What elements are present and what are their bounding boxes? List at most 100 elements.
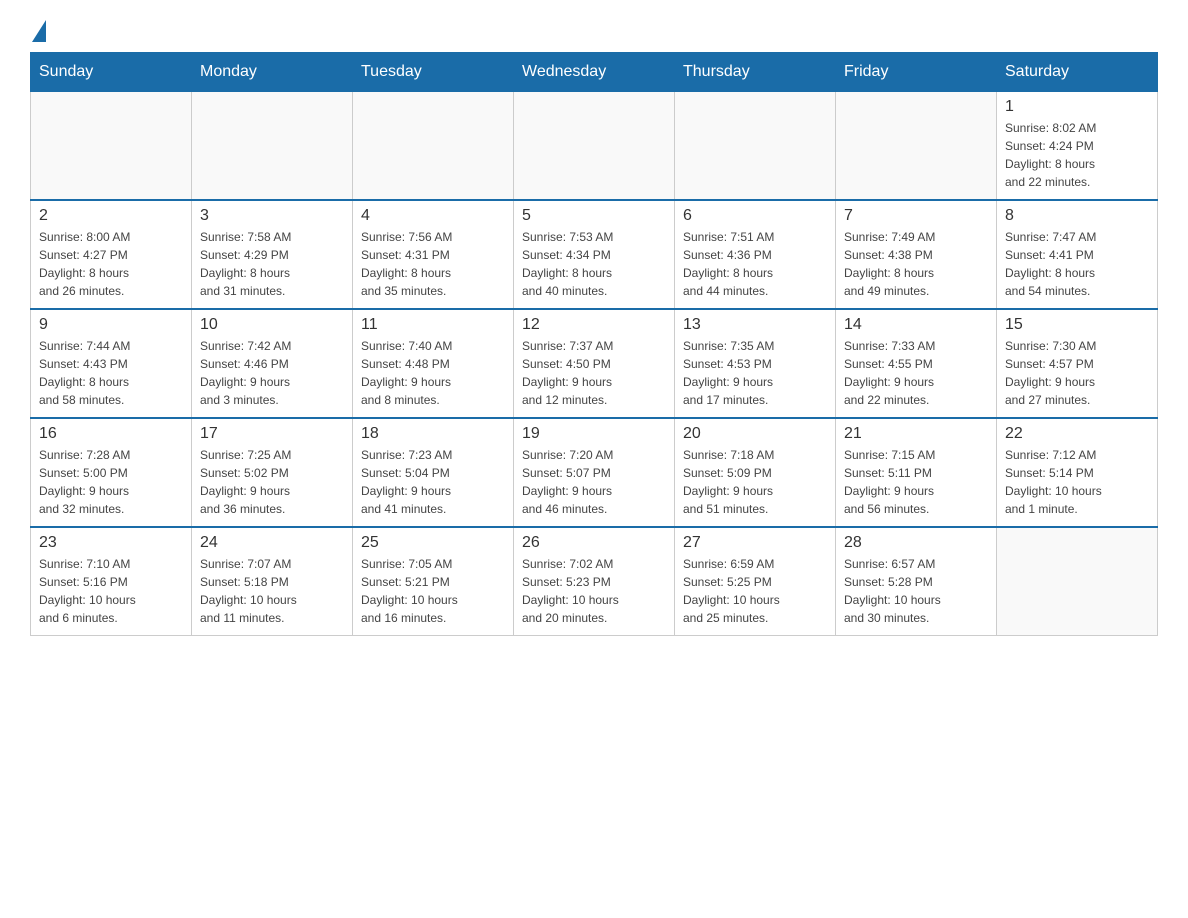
day-number: 27 <box>683 534 827 552</box>
day-number: 6 <box>683 207 827 225</box>
calendar-cell: 2 Sunrise: 8:00 AM Sunset: 4:27 PM Daylig… <box>31 200 192 309</box>
day-info: Sunrise: 7:02 AM Sunset: 5:23 PM Dayligh… <box>522 555 666 627</box>
page-header <box>30 20 1158 36</box>
calendar-cell: 5 Sunrise: 7:53 AM Sunset: 4:34 PM Daylig… <box>514 200 675 309</box>
calendar-week-row: 1 Sunrise: 8:02 AM Sunset: 4:24 PM Daylig… <box>31 92 1158 201</box>
calendar-day-header-wednesday: Wednesday <box>514 53 675 92</box>
calendar-header-row: SundayMondayTuesdayWednesdayThursdayFrid… <box>31 53 1158 92</box>
day-info: Sunrise: 7:18 AM Sunset: 5:09 PM Dayligh… <box>683 446 827 518</box>
calendar-week-row: 23 Sunrise: 7:10 AM Sunset: 5:16 PM Dayli… <box>31 527 1158 636</box>
calendar-cell: 22 Sunrise: 7:12 AM Sunset: 5:14 PM Dayli… <box>997 418 1158 527</box>
calendar-cell: 13Sunrise: 7:35 AM Sunset: 4:53 PM Dayli… <box>675 309 836 418</box>
day-info: Sunrise: 7:58 AM Sunset: 4:29 PM Dayligh… <box>200 228 344 300</box>
day-number: 14 <box>844 316 988 334</box>
calendar-cell: 16 Sunrise: 7:28 AM Sunset: 5:00 PM Dayli… <box>31 418 192 527</box>
day-number: 2 <box>39 207 183 225</box>
day-number: 5 <box>522 207 666 225</box>
calendar-cell: 21 Sunrise: 7:15 AM Sunset: 5:11 PM Dayli… <box>836 418 997 527</box>
calendar-day-header-saturday: Saturday <box>997 53 1158 92</box>
day-info: Sunrise: 7:12 AM Sunset: 5:14 PM Dayligh… <box>1005 446 1149 518</box>
day-number: 26 <box>522 534 666 552</box>
calendar-cell: 1 Sunrise: 8:02 AM Sunset: 4:24 PM Daylig… <box>997 92 1158 201</box>
calendar-cell: 25 Sunrise: 7:05 AM Sunset: 5:21 PM Dayli… <box>353 527 514 636</box>
calendar-cell: 27 Sunrise: 6:59 AM Sunset: 5:25 PM Dayli… <box>675 527 836 636</box>
day-info: Sunrise: 7:30 AM Sunset: 4:57 PM Dayligh… <box>1005 337 1149 409</box>
day-info: Sunrise: 7:37 AM Sunset: 4:50 PM Dayligh… <box>522 337 666 409</box>
day-info: Sunrise: 7:20 AM Sunset: 5:07 PM Dayligh… <box>522 446 666 518</box>
calendar-cell: 7 Sunrise: 7:49 AM Sunset: 4:38 PM Daylig… <box>836 200 997 309</box>
day-info: Sunrise: 7:28 AM Sunset: 5:00 PM Dayligh… <box>39 446 183 518</box>
day-number: 18 <box>361 425 505 443</box>
day-number: 24 <box>200 534 344 552</box>
day-info: Sunrise: 8:00 AM Sunset: 4:27 PM Dayligh… <box>39 228 183 300</box>
day-info: Sunrise: 7:05 AM Sunset: 5:21 PM Dayligh… <box>361 555 505 627</box>
calendar-cell: 11 Sunrise: 7:40 AM Sunset: 4:48 PM Dayli… <box>353 309 514 418</box>
calendar-week-row: 2 Sunrise: 8:00 AM Sunset: 4:27 PM Daylig… <box>31 200 1158 309</box>
calendar-cell <box>997 527 1158 636</box>
calendar-cell: 6 Sunrise: 7:51 AM Sunset: 4:36 PM Daylig… <box>675 200 836 309</box>
calendar-cell: 4 Sunrise: 7:56 AM Sunset: 4:31 PM Daylig… <box>353 200 514 309</box>
day-number: 19 <box>522 425 666 443</box>
calendar-cell: 24 Sunrise: 7:07 AM Sunset: 5:18 PM Dayli… <box>192 527 353 636</box>
calendar-cell: 15Sunrise: 7:30 AM Sunset: 4:57 PM Dayli… <box>997 309 1158 418</box>
logo <box>30 20 46 36</box>
calendar-day-header-sunday: Sunday <box>31 53 192 92</box>
calendar-cell: 20 Sunrise: 7:18 AM Sunset: 5:09 PM Dayli… <box>675 418 836 527</box>
calendar-cell: 23 Sunrise: 7:10 AM Sunset: 5:16 PM Dayli… <box>31 527 192 636</box>
calendar-cell <box>31 92 192 201</box>
day-number: 20 <box>683 425 827 443</box>
day-number: 11 <box>361 316 505 334</box>
day-number: 25 <box>361 534 505 552</box>
calendar-cell: 19 Sunrise: 7:20 AM Sunset: 5:07 PM Dayli… <box>514 418 675 527</box>
calendar-day-header-tuesday: Tuesday <box>353 53 514 92</box>
calendar-day-header-friday: Friday <box>836 53 997 92</box>
calendar-cell: 28Sunrise: 6:57 AM Sunset: 5:28 PM Dayli… <box>836 527 997 636</box>
day-number: 21 <box>844 425 988 443</box>
calendar-cell: 14 Sunrise: 7:33 AM Sunset: 4:55 PM Dayli… <box>836 309 997 418</box>
day-number: 17 <box>200 425 344 443</box>
calendar-day-header-monday: Monday <box>192 53 353 92</box>
day-info: Sunrise: 7:40 AM Sunset: 4:48 PM Dayligh… <box>361 337 505 409</box>
calendar-cell: 12 Sunrise: 7:37 AM Sunset: 4:50 PM Dayli… <box>514 309 675 418</box>
calendar-cell: 17 Sunrise: 7:25 AM Sunset: 5:02 PM Dayli… <box>192 418 353 527</box>
day-info: Sunrise: 6:59 AM Sunset: 5:25 PM Dayligh… <box>683 555 827 627</box>
day-info: Sunrise: 7:42 AM Sunset: 4:46 PM Dayligh… <box>200 337 344 409</box>
logo-triangle-icon <box>32 20 46 42</box>
day-info: Sunrise: 7:51 AM Sunset: 4:36 PM Dayligh… <box>683 228 827 300</box>
calendar-table: SundayMondayTuesdayWednesdayThursdayFrid… <box>30 52 1158 636</box>
calendar-cell <box>192 92 353 201</box>
calendar-week-row: 9 Sunrise: 7:44 AM Sunset: 4:43 PM Daylig… <box>31 309 1158 418</box>
calendar-cell: 8Sunrise: 7:47 AM Sunset: 4:41 PM Daylig… <box>997 200 1158 309</box>
day-number: 1 <box>1005 98 1149 116</box>
day-info: Sunrise: 7:33 AM Sunset: 4:55 PM Dayligh… <box>844 337 988 409</box>
day-info: Sunrise: 7:25 AM Sunset: 5:02 PM Dayligh… <box>200 446 344 518</box>
calendar-cell <box>353 92 514 201</box>
day-info: Sunrise: 7:47 AM Sunset: 4:41 PM Dayligh… <box>1005 228 1149 300</box>
day-number: 23 <box>39 534 183 552</box>
day-info: Sunrise: 7:10 AM Sunset: 5:16 PM Dayligh… <box>39 555 183 627</box>
day-number: 12 <box>522 316 666 334</box>
day-number: 3 <box>200 207 344 225</box>
day-number: 28 <box>844 534 988 552</box>
day-info: Sunrise: 7:23 AM Sunset: 5:04 PM Dayligh… <box>361 446 505 518</box>
day-number: 7 <box>844 207 988 225</box>
calendar-cell: 26 Sunrise: 7:02 AM Sunset: 5:23 PM Dayli… <box>514 527 675 636</box>
calendar-cell: 18 Sunrise: 7:23 AM Sunset: 5:04 PM Dayli… <box>353 418 514 527</box>
calendar-day-header-thursday: Thursday <box>675 53 836 92</box>
day-info: Sunrise: 7:35 AM Sunset: 4:53 PM Dayligh… <box>683 337 827 409</box>
day-info: Sunrise: 7:56 AM Sunset: 4:31 PM Dayligh… <box>361 228 505 300</box>
day-info: Sunrise: 7:44 AM Sunset: 4:43 PM Dayligh… <box>39 337 183 409</box>
day-number: 22 <box>1005 425 1149 443</box>
day-info: Sunrise: 8:02 AM Sunset: 4:24 PM Dayligh… <box>1005 119 1149 191</box>
day-info: Sunrise: 7:49 AM Sunset: 4:38 PM Dayligh… <box>844 228 988 300</box>
day-info: Sunrise: 7:53 AM Sunset: 4:34 PM Dayligh… <box>522 228 666 300</box>
calendar-cell: 10Sunrise: 7:42 AM Sunset: 4:46 PM Dayli… <box>192 309 353 418</box>
calendar-cell: 9 Sunrise: 7:44 AM Sunset: 4:43 PM Daylig… <box>31 309 192 418</box>
day-info: Sunrise: 7:07 AM Sunset: 5:18 PM Dayligh… <box>200 555 344 627</box>
day-number: 9 <box>39 316 183 334</box>
calendar-cell <box>675 92 836 201</box>
day-number: 4 <box>361 207 505 225</box>
calendar-cell <box>836 92 997 201</box>
day-info: Sunrise: 7:15 AM Sunset: 5:11 PM Dayligh… <box>844 446 988 518</box>
day-number: 16 <box>39 425 183 443</box>
